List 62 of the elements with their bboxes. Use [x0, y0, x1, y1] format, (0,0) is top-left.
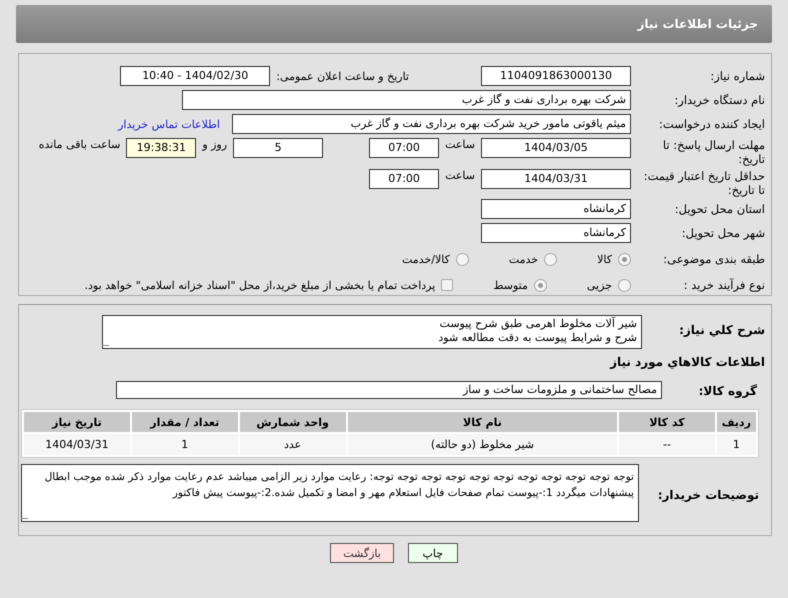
- field-label: ساعت: [445, 138, 475, 151]
- field-label: تاریخ و ساعت اعلان عمومی:: [276, 70, 409, 82]
- table-cell: شیر مخلوط (دو حالته): [348, 434, 618, 455]
- print-button[interactable]: چاپ: [408, 543, 458, 563]
- notes-text: توجه توجه توجه توجه توجه توجه توجه توجه توجه توجه توجه: رعایت موارد زیر الزامی میباشد عدم رعایت موارد ذکر شده موجب ابطال پیشنهادات میگردد 1:-پیوست تمام صفحات فایل استعلام مهر و امضا و تکمیل شده.2:-پیوست پیش فاکتور: [44, 470, 634, 501]
- field-label: ساعت: [445, 168, 475, 182]
- deadline-time-field: 07:00: [369, 138, 440, 158]
- column-header: تعداد / مقدار: [132, 412, 238, 432]
- notes-label: توضیحات خریدار:: [656, 488, 760, 502]
- deadline-date-field: 1404/03/05: [481, 138, 631, 158]
- remaining-time-field: 19:38:31: [126, 138, 196, 158]
- table-cell: --: [619, 434, 715, 455]
- column-header: ردیف: [716, 412, 756, 432]
- field-label: طبقه بندی موضوعی:: [662, 252, 765, 266]
- field-label: ایجاد کننده درخواست:: [658, 117, 765, 131]
- field-label: استان محل تحویل:: [674, 202, 765, 216]
- goods-group-field: مصالح ساختمانی و ملزومات ساخت و ساز: [116, 381, 662, 399]
- validity-time-field: 07:00: [369, 168, 440, 188]
- province-field: کرمانشاه: [481, 199, 631, 219]
- field-label: نوع فرآیند خرید :: [682, 278, 765, 292]
- field-label: مهلت ارسال پاسخ: تا تاریخ:: [662, 138, 765, 166]
- radio-button[interactable]: [456, 252, 469, 266]
- field-label: نام دستگاه خریدار:: [673, 93, 765, 107]
- field-label: ساعت باقی مانده: [38, 138, 120, 151]
- page-title: جزئیات اطلاعات نیاز: [637, 17, 758, 31]
- table-cell: 1: [132, 434, 238, 455]
- checkbox[interactable]: [441, 279, 454, 291]
- column-header: نام کالا: [348, 412, 618, 432]
- column-header: تاریخ نیاز: [24, 412, 130, 432]
- option-label: متوسط: [493, 278, 528, 292]
- city-field: کرمانشاه: [481, 223, 631, 243]
- table-cell: 1404/03/31: [24, 434, 130, 455]
- field-label: شماره نیاز:: [709, 69, 765, 83]
- validity-date-field: 1404/03/31: [481, 168, 631, 188]
- field-label: حداقل تاریخ اعتبار قیمت: تا تاریخ:: [642, 168, 765, 196]
- radio-button[interactable]: [618, 252, 631, 266]
- option-label: کالا/خدمت: [402, 252, 450, 266]
- need-number-field: 1104091863000130: [481, 66, 631, 86]
- announce-date-field: 1404/02/30 - 10:40: [120, 66, 270, 86]
- contact-link[interactable]: اطلاعات تماس خریدار: [118, 118, 220, 130]
- payment-note: پرداخت تمام یا بخشی از مبلغ خرید،از محل "اسناد خزانه اسلامی" خواهد بود.: [84, 278, 436, 292]
- radio-button[interactable]: [618, 278, 631, 292]
- column-header: واحد شمارش: [240, 412, 346, 432]
- buyer-name-field: شرکت بهره برداری نفت و گاز غرب: [182, 90, 631, 110]
- field-label: روز و: [202, 138, 228, 151]
- goods-group-label: گروه کالا:: [698, 384, 758, 398]
- table-cell: 1: [716, 434, 756, 455]
- field-label: شهر محل تحویل:: [680, 226, 765, 240]
- section-title: اطلاعات کالاهاي مورد نياز: [608, 355, 765, 369]
- requester-field: میثم یاقوتی مامور خرید شرکت بهره برداری نفت و گاز غرب: [232, 114, 631, 134]
- table-cell: عدد: [240, 434, 346, 455]
- option-label: خدمت: [508, 252, 538, 266]
- description-label: شرح کلي نياز:: [678, 323, 765, 337]
- days-field: 5: [233, 138, 324, 158]
- option-label: کالا: [597, 252, 612, 266]
- radio-button[interactable]: [544, 252, 558, 266]
- column-header: کد کالا: [619, 412, 715, 432]
- back-button[interactable]: بازگشت: [330, 543, 394, 563]
- description-line: شیر آلات مخلوط اهرمی طبق شرح پیوست: [438, 317, 637, 331]
- option-label: جزیی: [586, 278, 612, 292]
- description-line: شرح و شرایط پیوست به دقت مطالعه شود: [437, 331, 637, 345]
- radio-button[interactable]: [534, 278, 547, 292]
